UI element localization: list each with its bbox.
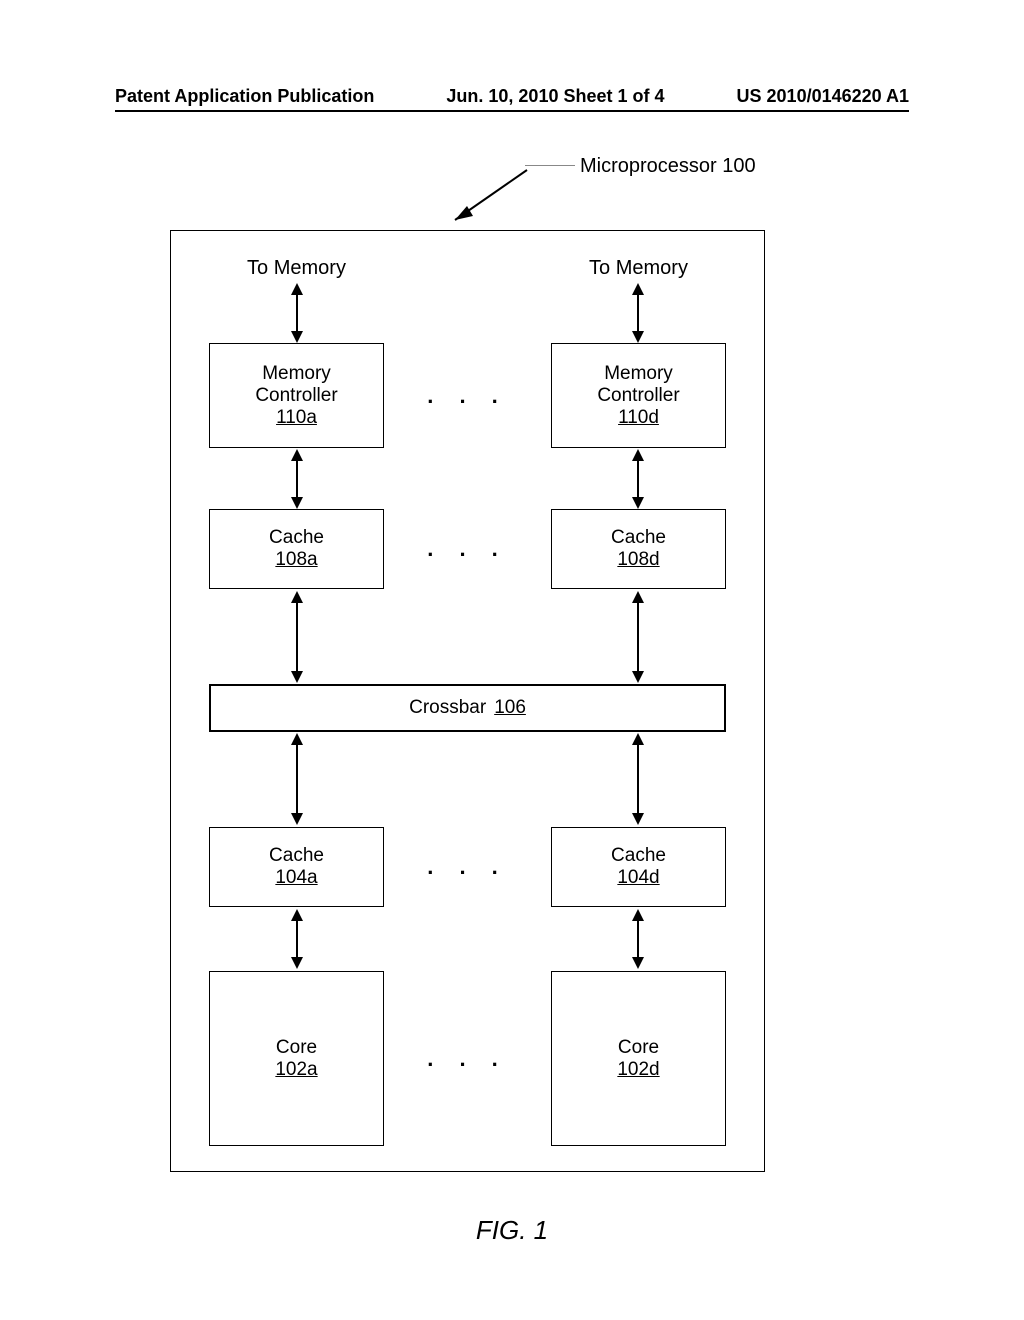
double-arrow-icon <box>631 449 645 509</box>
to-memory-right-label: To Memory <box>551 257 726 280</box>
mc-right-label: MemoryController <box>597 363 679 407</box>
cache-top-left-block: Cache 108a <box>209 509 384 589</box>
callout-tick <box>525 165 575 166</box>
ellipsis-icon: . . . <box>427 1046 508 1072</box>
double-arrow-icon <box>631 733 645 825</box>
memory-controller-left-block: MemoryController 110a <box>209 343 384 448</box>
core-left-ref: 102a <box>275 1059 317 1081</box>
double-arrow-icon <box>631 591 645 683</box>
cache-bottom-left-ref: 104a <box>275 867 317 889</box>
header-divider <box>115 110 909 112</box>
crossbar-block: Crossbar 106 <box>209 684 726 732</box>
double-arrow-icon <box>290 283 304 343</box>
header-left: Patent Application Publication <box>115 86 374 107</box>
to-memory-left-label: To Memory <box>209 257 384 280</box>
double-arrow-icon <box>631 909 645 969</box>
core-left-block: Core 102a <box>209 971 384 1146</box>
double-arrow-icon <box>631 283 645 343</box>
cache-bottom-right-label: Cache <box>611 845 666 867</box>
cache-bottom-left-block: Cache 104a <box>209 827 384 907</box>
core-right-ref: 102d <box>617 1059 659 1081</box>
cache-top-right-label: Cache <box>611 527 666 549</box>
header-center: Jun. 10, 2010 Sheet 1 of 4 <box>446 86 664 107</box>
patent-header: Patent Application Publication Jun. 10, … <box>115 86 909 107</box>
crossbar-label: Crossbar <box>409 697 486 719</box>
cache-bottom-right-block: Cache 104d <box>551 827 726 907</box>
memory-controller-row: MemoryController 110a . . . MemoryContro… <box>171 343 764 448</box>
ellipsis-icon: . . . <box>427 383 508 409</box>
cache-bottom-left-label: Cache <box>269 845 324 867</box>
crossbar-ref: 106 <box>494 697 526 719</box>
core-right-block: Core 102d <box>551 971 726 1146</box>
double-arrow-icon <box>290 591 304 683</box>
cache-bottom-row: Cache 104a . . . Cache 104d <box>171 827 764 907</box>
mc-right-ref: 110d <box>618 407 659 429</box>
microprocessor-diagram: To Memory To Memory MemoryController 110… <box>170 230 765 1172</box>
double-arrow-icon <box>290 909 304 969</box>
cache-top-right-ref: 108d <box>617 549 659 571</box>
ellipsis-icon: . . . <box>427 854 508 880</box>
double-arrow-icon <box>290 449 304 509</box>
core-right-label: Core <box>618 1037 659 1059</box>
cache-top-right-block: Cache 108d <box>551 509 726 589</box>
cache-bottom-right-ref: 104d <box>617 867 659 889</box>
cache-top-row: Cache 108a . . . Cache 108d <box>171 509 764 589</box>
core-row: Core 102a . . . Core 102d <box>171 971 764 1146</box>
double-arrow-icon <box>290 733 304 825</box>
ellipsis-icon: . . . <box>427 536 508 562</box>
cache-top-left-label: Cache <box>269 527 324 549</box>
callout-arrow-icon <box>445 168 529 228</box>
figure-label: FIG. 1 <box>0 1215 1024 1246</box>
diagram-callout-label: Microprocessor 100 <box>580 155 756 178</box>
cache-top-left-ref: 108a <box>275 549 317 571</box>
memory-controller-right-block: MemoryController 110d <box>551 343 726 448</box>
mc-left-ref: 110a <box>276 407 317 429</box>
core-left-label: Core <box>276 1037 317 1059</box>
mc-left-label: MemoryController <box>255 363 337 407</box>
header-right: US 2010/0146220 A1 <box>737 86 909 107</box>
